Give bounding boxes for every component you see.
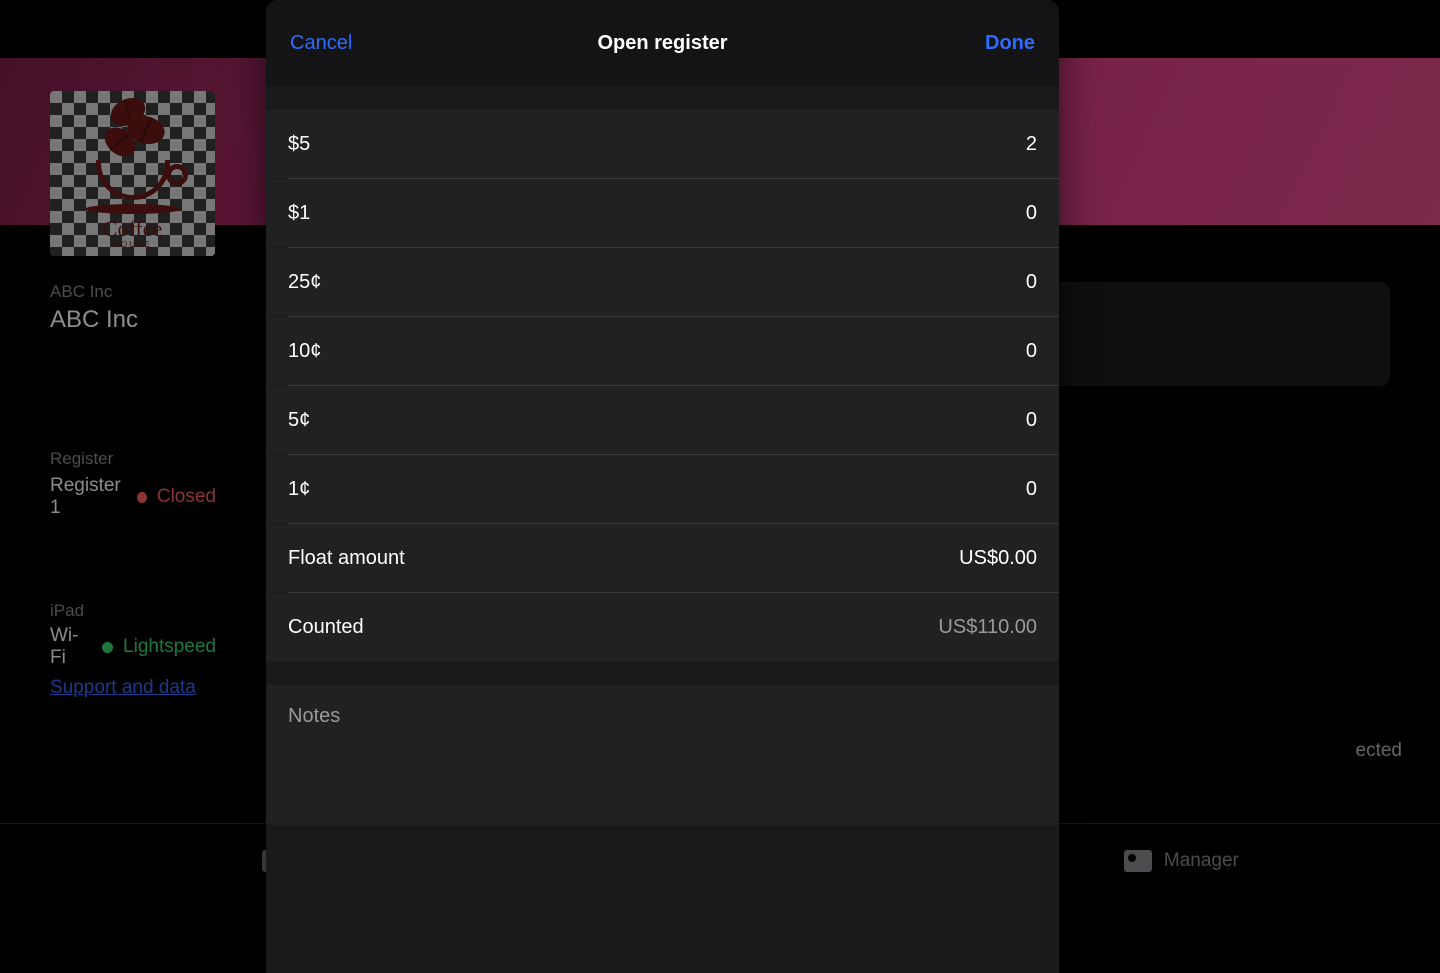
register-status: Closed [157,486,216,508]
denomination-label: $5 [288,133,310,156]
denomination-label: 25¢ [288,271,321,294]
denomination-count: 0 [1026,271,1037,294]
notes-placeholder: Notes [288,705,340,727]
done-button[interactable]: Done [985,32,1035,55]
float-amount-label: Float amount [288,547,405,570]
denomination-count: 2 [1026,133,1037,156]
denomination-count: 0 [1026,478,1037,501]
open-register-sheet: Cancel Open register Done $5 2 $1 0 25¢ 0 10¢ 0… [266,0,1059,973]
float-amount-row[interactable]: Float amount US$0.00 [266,524,1059,592]
sheet-body[interactable]: $5 2 $1 0 25¢ 0 10¢ 0 5¢ 0 1¢ 0 Float amount US$0.0… [266,86,1059,973]
support-link[interactable]: Support and data [50,677,196,699]
device-label: iPad [50,601,216,621]
cancel-button[interactable]: Cancel [290,32,352,55]
denomination-row[interactable]: 1¢ 0 [266,455,1059,523]
denomination-row[interactable]: $1 0 [266,179,1059,247]
denomination-row[interactable]: 10¢ 0 [266,317,1059,385]
denomination-row[interactable]: 5¢ 0 [266,386,1059,454]
register-section: Register Register 1 Closed [0,409,266,559]
register-label: Register [50,449,216,469]
denomination-count: 0 [1026,409,1037,432]
denomination-label: $1 [288,202,310,225]
toolbar-manager[interactable]: Manager [1124,850,1239,872]
denomination-label: 10¢ [288,340,321,363]
toolbar-manager-label: Manager [1164,850,1239,872]
sheet-header: Cancel Open register Done [266,0,1059,86]
status-dot-icon [137,492,147,503]
register-name: Register 1 [50,475,127,519]
company-block: ABC Inc ABC Inc [50,282,138,334]
denomination-count: 0 [1026,202,1037,225]
company-name-small: ABC Inc [50,282,138,302]
wifi-network-name: Lightspeed [123,636,216,658]
company-name-large: ABC Inc [50,306,138,334]
float-amount-value: US$0.00 [959,547,1037,570]
denomination-count: 0 [1026,340,1037,363]
wifi-label: Wi-Fi [50,625,92,669]
counted-row: Counted US$110.00 [266,593,1059,661]
wifi-dot-icon [102,642,113,653]
logo-subtext: HOUSE [113,240,151,249]
notes-input[interactable]: Notes [266,685,1059,825]
logo-text: Coffee [103,218,162,240]
denomination-label: 5¢ [288,409,310,432]
truncated-status-text: ected [1356,740,1402,762]
coffee-logo-art: Coffee HOUSE [50,91,215,256]
denomination-list: $5 2 $1 0 25¢ 0 10¢ 0 5¢ 0 1¢ 0 [266,110,1059,524]
denomination-row[interactable]: 25¢ 0 [266,248,1059,316]
company-logo: Coffee HOUSE [50,91,215,256]
badge-icon [1124,850,1152,872]
denomination-row[interactable]: $5 2 [266,110,1059,178]
counted-value: US$110.00 [938,616,1037,639]
denomination-label: 1¢ [288,478,310,501]
device-section: iPad Wi-Fi Lightspeed Support and data [0,575,266,699]
counted-label: Counted [288,616,364,639]
sheet-title: Open register [266,32,1059,55]
